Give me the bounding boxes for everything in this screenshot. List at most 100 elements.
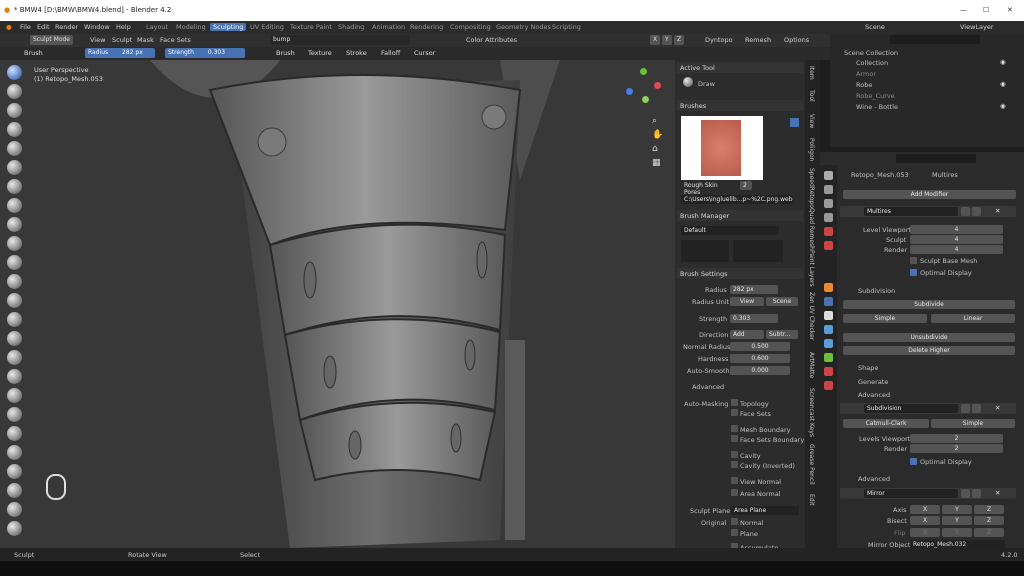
texture-props-icon[interactable] xyxy=(824,381,833,390)
brush-manager-default[interactable]: Default xyxy=(681,226,779,235)
tab-shading[interactable]: Shading xyxy=(338,23,364,31)
pinch-brush-icon[interactable] xyxy=(7,331,22,346)
direction-subtract-button[interactable]: Subtr... xyxy=(766,330,798,339)
mirror-axis-z[interactable]: Z xyxy=(974,505,1004,514)
radius-unit-view-button[interactable]: View xyxy=(730,297,764,306)
tab-scripting[interactable]: Scripting xyxy=(552,23,581,31)
view-layer-props-icon[interactable] xyxy=(824,213,833,222)
cavity-checkbox[interactable] xyxy=(731,451,738,458)
mirror-name-field[interactable]: Mirror xyxy=(864,489,958,498)
side-tab-zen-uv[interactable]: Zen UV Checker xyxy=(808,292,815,340)
tool-props-icon[interactable] xyxy=(824,171,833,180)
side-tab-edit[interactable]: Edit xyxy=(808,494,815,506)
multires-optimal-display-checkbox[interactable] xyxy=(910,269,917,276)
radius-field[interactable]: Radius 282 px xyxy=(85,48,155,58)
brush-preview[interactable] xyxy=(681,116,763,180)
mirror-realtime-toggle[interactable] xyxy=(961,489,970,498)
mirror-render-toggle[interactable] xyxy=(972,489,981,498)
brushes-header[interactable]: Brushes xyxy=(677,100,803,111)
subdivision-modifier-header[interactable]: Subdivision ✕ xyxy=(840,403,1016,414)
mirror-x-toggle[interactable]: X xyxy=(650,35,661,45)
topology-checkbox[interactable] xyxy=(731,399,738,406)
fill-brush-icon[interactable] xyxy=(7,274,22,289)
menu-view[interactable]: View xyxy=(90,36,105,44)
render-props-icon[interactable] xyxy=(824,185,833,194)
side-tab-tool[interactable]: Tool xyxy=(808,90,815,102)
pan-icon[interactable]: ✋ xyxy=(652,130,663,140)
multires-level-viewport-field[interactable]: 4 xyxy=(910,225,1003,234)
grid-icon[interactable]: ▦ xyxy=(652,158,661,168)
subsurf-render-field[interactable]: 2 xyxy=(910,444,1003,453)
multires-sculpt-field[interactable]: 4 xyxy=(910,235,1003,244)
subdivision-name-field[interactable]: Subdivision xyxy=(864,404,958,413)
delete-higher-button[interactable]: Delete Higher xyxy=(843,346,1015,355)
zoom-icon[interactable]: ⌕ xyxy=(652,116,657,126)
simple-button[interactable]: Simple xyxy=(843,314,927,323)
menu-render[interactable]: Render xyxy=(55,23,78,31)
draw-sharp-brush-icon[interactable] xyxy=(7,84,22,99)
constraints-props-icon[interactable] xyxy=(824,339,833,348)
side-tab-paint-layers[interactable]: Paint Layers xyxy=(808,250,815,287)
shape-subpanel-header[interactable]: Shape xyxy=(858,364,878,372)
minimize-button[interactable]: — xyxy=(960,6,967,14)
sculpt-base-mesh-checkbox[interactable] xyxy=(910,257,917,264)
clay-brush-icon[interactable] xyxy=(7,103,22,118)
direction-add-button[interactable]: Add xyxy=(730,330,764,339)
thumb-brush-icon[interactable] xyxy=(7,407,22,422)
outliner-item-wine-bottle[interactable]: Wine - Bottle xyxy=(856,103,898,111)
add-modifier-button[interactable]: Add Modifier xyxy=(843,190,1016,199)
visibility-eye-icon[interactable]: ◉ xyxy=(1000,80,1006,88)
brush-dropdown[interactable]: Brush xyxy=(276,49,295,57)
grab-brush-icon[interactable] xyxy=(7,350,22,365)
data-props-icon[interactable] xyxy=(824,353,833,362)
linear-button[interactable]: Linear xyxy=(931,314,1015,323)
search-input[interactable]: bump xyxy=(270,35,410,45)
tab-animation[interactable]: Animation xyxy=(372,23,405,31)
cavity-inverted-checkbox[interactable] xyxy=(731,461,738,468)
elastic-deform-brush-icon[interactable] xyxy=(7,369,22,384)
subsurf-advanced-subpanel-header[interactable]: Advanced xyxy=(858,475,890,483)
menu-window[interactable]: Window xyxy=(84,23,110,31)
view-normal-checkbox[interactable] xyxy=(731,477,738,484)
mirror-z-toggle[interactable]: Z xyxy=(674,35,685,45)
tab-texture-paint[interactable]: Texture Paint xyxy=(290,23,332,31)
subdivision-subpanel-header[interactable]: Subdivision xyxy=(858,287,895,295)
inflate-brush-icon[interactable] xyxy=(7,179,22,194)
mirror-delete-icon[interactable]: ✕ xyxy=(995,489,1000,497)
outliner-search[interactable] xyxy=(890,35,980,44)
hardness-field[interactable]: 0.600 xyxy=(730,354,790,363)
menu-help[interactable]: Help xyxy=(116,23,131,31)
side-tab-item[interactable]: Item xyxy=(808,66,815,80)
side-tab-poliigon[interactable]: Poliigon xyxy=(808,138,815,161)
physics-props-icon[interactable] xyxy=(824,325,833,334)
close-button[interactable]: ✕ xyxy=(1007,6,1013,14)
brush-users-count[interactable]: 2 xyxy=(740,181,752,190)
blob-brush-icon[interactable] xyxy=(7,198,22,213)
subdivide-button[interactable]: Subdivide xyxy=(843,300,1015,309)
mask-brush-icon[interactable] xyxy=(7,502,22,517)
material-props-icon[interactable] xyxy=(824,367,833,376)
brush-settings-header[interactable]: Brush Settings xyxy=(677,268,803,279)
side-tab-artmatte[interactable]: ArtMatte xyxy=(808,352,815,378)
subdivision-render-toggle[interactable] xyxy=(972,404,981,413)
side-tab-view[interactable]: View xyxy=(808,114,815,128)
strength-field[interactable]: Strength 0.303 xyxy=(165,48,245,58)
properties-search[interactable] xyxy=(896,154,976,163)
mirror-bisect-x[interactable]: X xyxy=(910,516,940,525)
3d-viewport[interactable]: User Perspective (1) Retopo_Mesh.053 ⌕ ✋… xyxy=(0,60,675,548)
original-normal-checkbox[interactable] xyxy=(731,518,738,525)
strength-value-field[interactable]: 0.303 xyxy=(730,314,778,323)
subsurf-optimal-display-checkbox[interactable] xyxy=(910,458,917,465)
mode-selector[interactable]: Sculpt Mode xyxy=(30,35,73,45)
sculpt-plane-dropdown[interactable]: Area Plane xyxy=(731,506,799,515)
object-props-icon[interactable] xyxy=(824,283,833,292)
outliner-item-robe[interactable]: Robe xyxy=(856,81,872,89)
brush-manager-header[interactable]: Brush Manager xyxy=(677,210,803,221)
side-tab-grease-pencil[interactable]: Grease Pencil xyxy=(808,444,815,485)
cursor-dropdown[interactable]: Cursor xyxy=(414,49,435,57)
tab-rendering[interactable]: Rendering xyxy=(410,23,443,31)
remesh-menu[interactable]: Remesh xyxy=(745,36,771,44)
crease-brush-icon[interactable] xyxy=(7,217,22,232)
active-tool-header[interactable]: Active Tool xyxy=(677,62,803,73)
menu-edit[interactable]: Edit xyxy=(37,23,50,31)
